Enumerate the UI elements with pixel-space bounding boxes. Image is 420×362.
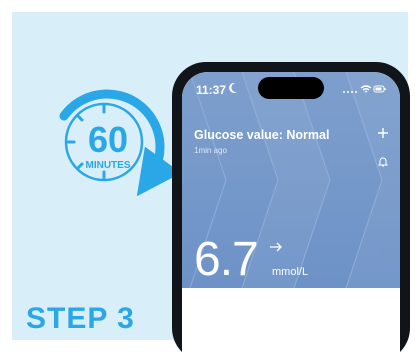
wifi-icon: [360, 85, 372, 93]
plus-icon[interactable]: [378, 128, 388, 138]
status-icons: [343, 85, 386, 93]
status-time: 11:37: [196, 83, 227, 97]
glucose-status-title: Glucose value: Normal: [194, 128, 330, 142]
step-label: STEP 3: [26, 302, 135, 335]
glucose-card: 11:37 Glucose value: Normal 1min ago 6.7…: [182, 72, 400, 288]
battery-icon: [373, 85, 386, 93]
glucose-unit: mmol/L: [272, 266, 309, 278]
phone-mockup: 11:37 Glucose value: Normal 1min ago 6.7…: [172, 62, 410, 362]
reading-timestamp: 1min ago: [194, 146, 227, 155]
timer-badge: 60 MINUTES: [59, 89, 178, 197]
glucose-value: 6.7: [194, 233, 259, 286]
signal-icon: [343, 91, 357, 93]
phone-screen: 11:37 Glucose value: Normal 1min ago 6.7…: [182, 72, 400, 362]
moon-icon: [229, 82, 237, 93]
timer-number: 60: [88, 119, 128, 160]
timer-label: MINUTES: [86, 160, 131, 171]
graphic-frame: 60 MINUTES STEP 3 11:37 Glucose value: N…: [0, 0, 420, 362]
dynamic-island: [258, 77, 324, 99]
arrow-right-icon: [270, 242, 282, 252]
bell-icon[interactable]: [378, 156, 388, 167]
